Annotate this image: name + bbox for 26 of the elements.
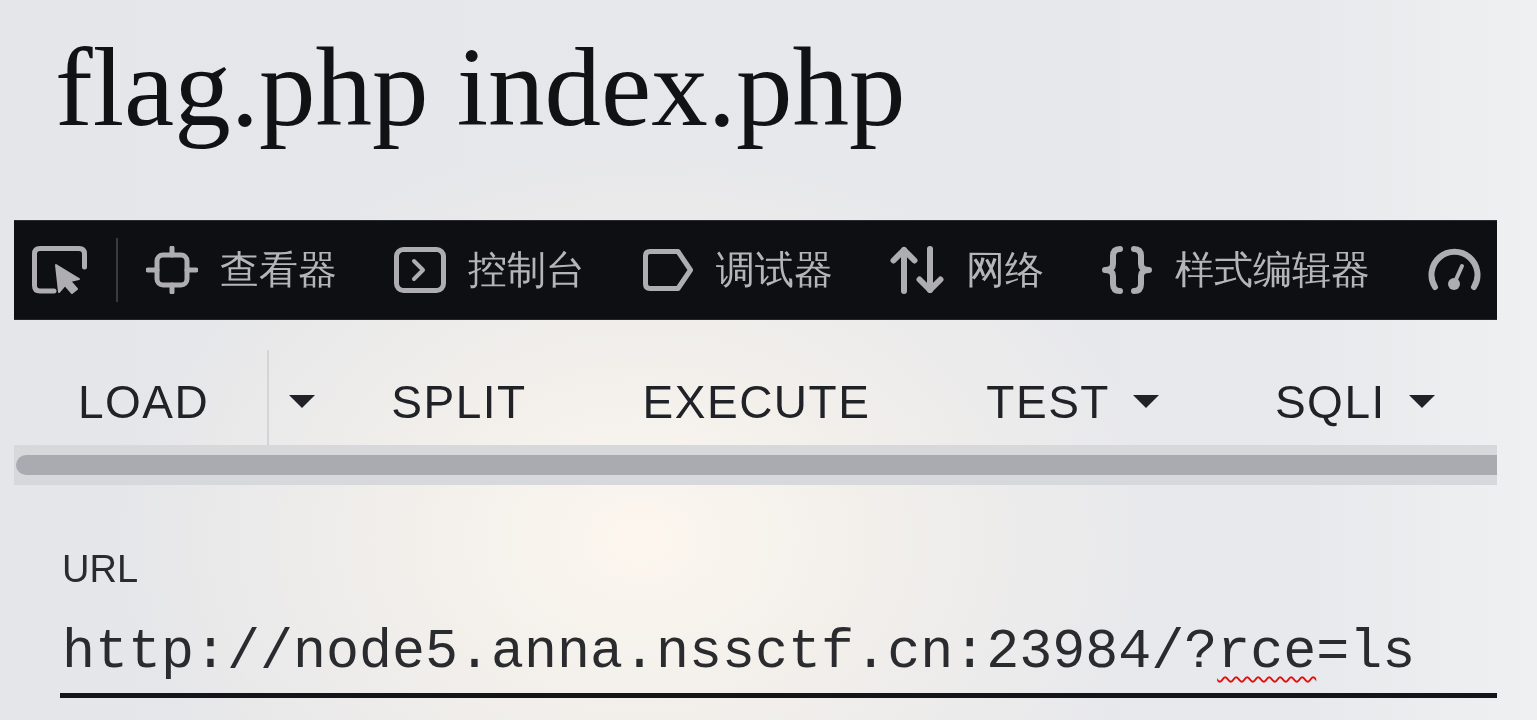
element-picker-button[interactable] [32, 246, 88, 294]
devtools-tab[interactable] [1427, 247, 1482, 293]
caret-icon [1132, 395, 1159, 408]
devtools-tab[interactable]: 样式编辑器 [1101, 246, 1370, 294]
gauge-icon [1427, 247, 1482, 293]
page-heading: flag.php index.php [55, 23, 906, 151]
toolbar-button[interactable]: SPLIT [333, 350, 585, 445]
caret-icon [1408, 395, 1435, 408]
toolbar-button[interactable]: EXECUTE [584, 350, 929, 445]
scrollbar-thumb[interactable] [16, 455, 1497, 475]
terminal-icon [394, 247, 446, 293]
devtools-tab[interactable]: 查看器 [146, 246, 337, 294]
devtools-tab[interactable]: 调试器 [642, 246, 833, 294]
devtools-tab[interactable]: 网络 [890, 246, 1044, 294]
url-field[interactable]: http://node5.anna.nssctf.cn:23984/?rce=ls [60, 620, 1497, 698]
devtools-tab[interactable]: 控制台 [394, 246, 585, 294]
dropdown-button[interactable]: SQLI [1216, 350, 1493, 445]
braces-icon [1101, 246, 1153, 294]
cursor-icon [32, 246, 88, 294]
dropdown-button[interactable]: TEST [928, 350, 1217, 445]
caret-icon [289, 395, 316, 408]
crosshair-icon [146, 246, 198, 294]
scrollbar-track[interactable] [14, 445, 1497, 485]
field-label: URL [62, 547, 139, 591]
up-down-arrows-icon [890, 246, 944, 294]
tag-icon [642, 247, 694, 293]
